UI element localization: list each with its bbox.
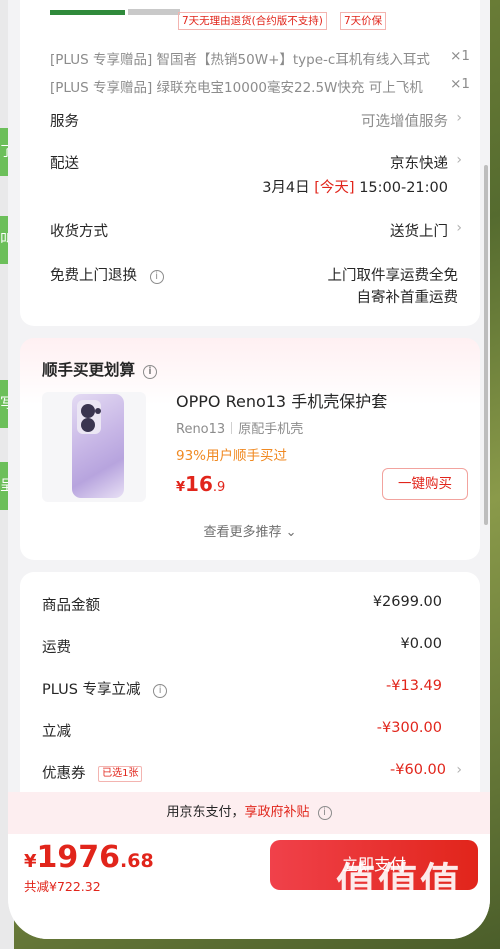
service-value: 可选增值服务 — [361, 114, 448, 130]
total-price: ¥1976.68 — [24, 840, 154, 875]
gov-subsidy-banner[interactable]: 用京东支付，享政府补贴 i — [8, 792, 490, 834]
delivery-label: 配送 — [50, 156, 79, 172]
info-icon[interactable]: i — [153, 684, 168, 698]
return-policy-tag: 7天无理由退货(合约版不支持) — [178, 12, 327, 30]
store-logo-sub — [128, 9, 180, 15]
phone-screen: 7天无理由退货(合约版不支持) 7天价保 [PLUS 专享赠品] 智国者【热销5… — [8, 0, 490, 939]
delivery-time: 3月4日 [今天] 15:00-21:00 — [262, 176, 448, 197]
summary-row-shipping: 运费 ¥0.00 — [42, 636, 442, 657]
flash-icon — [95, 408, 101, 414]
summary-row-discount: 立减 -¥300.00 — [42, 720, 442, 741]
recommendation-card: 顺手买更划算 i OPPO Reno13 手机壳保护套 Reno13 原配手机壳 9… — [20, 338, 480, 560]
summary-row-goods: 商品金额 ¥2699.00 — [42, 594, 442, 615]
one-click-buy-button[interactable]: 一键购买 — [382, 468, 468, 500]
service-row[interactable]: 服务 可选增值服务 › — [50, 110, 462, 131]
gift-item-text: [PLUS 专享赠品] 绿联充电宝10000毫安22.5W快充 可上飞机 — [50, 80, 423, 96]
gift-item[interactable]: [PLUS 专享赠品] 绿联充电宝10000毫安22.5W快充 可上飞机 ×1 — [50, 76, 470, 96]
summary-label: 运费 — [42, 640, 71, 656]
summary-value: -¥60.00 — [390, 762, 446, 778]
product-thumbnail[interactable] — [42, 392, 146, 502]
summary-value: ¥2699.00 — [372, 594, 442, 610]
price-summary-card: 商品金额 ¥2699.00 运费 ¥0.00 PLUS 专享立减 i -¥13.… — [20, 572, 480, 812]
delivery-window: 15:00-21:00 — [359, 180, 448, 196]
purchase-percent: 93%用户顺手买过 — [176, 448, 288, 464]
chevron-right-icon: › — [456, 110, 462, 126]
gift-item-text: [PLUS 专享赠品] 智国者【热销50W+】type-c耳机有线入耳式 — [50, 52, 430, 68]
product-spec: Reno13 原配手机壳 — [176, 422, 304, 437]
summary-value: -¥300.00 — [376, 720, 442, 736]
gift-item-qty: ×1 — [450, 76, 470, 92]
phone-case-image — [72, 394, 124, 498]
delivery-today: [今天] — [314, 180, 355, 196]
gift-item-qty: ×1 — [450, 48, 470, 64]
chevron-right-icon: › — [456, 220, 462, 236]
view-more-link[interactable]: 查看更多推荐 ⌄ — [20, 521, 480, 540]
recommendation-title: 顺手买更划算 i — [42, 358, 158, 380]
summary-row-coupon[interactable]: 优惠券 已选1张 -¥60.00 › — [42, 762, 462, 783]
order-details-card: 7天无理由退货(合约版不支持) 7天价保 [PLUS 专享赠品] 智国者【热销5… — [20, 0, 480, 326]
chevron-right-icon: › — [456, 762, 462, 778]
total-saved: 共减¥722.32 — [24, 879, 101, 894]
camera-module — [77, 400, 101, 434]
product-name[interactable]: OPPO Reno13 手机壳保护套 — [176, 388, 387, 412]
summary-label: 立减 — [42, 724, 71, 740]
info-icon[interactable]: i — [317, 806, 332, 820]
free-return-label: 免费上门退换 — [50, 268, 137, 284]
free-return-line2: 自寄补首重运费 — [356, 290, 459, 306]
chevron-right-icon: › — [456, 152, 462, 168]
delivery-carrier: 京东快递 — [390, 156, 448, 172]
receive-method-row[interactable]: 收货方式 送货上门 › — [50, 220, 462, 241]
summary-row-plus-discount: PLUS 专享立减 i -¥13.49 — [42, 678, 442, 699]
watermark-url: zhizhizhi.com — [336, 910, 438, 928]
coupon-selected-tag: 已选1张 — [98, 766, 143, 782]
receive-value: 送货上门 — [390, 224, 448, 240]
summary-label: 优惠券 — [42, 766, 86, 782]
price-protect-tag: 7天价保 — [340, 12, 387, 30]
delivery-date: 3月4日 — [262, 180, 310, 196]
lens-icon — [81, 418, 95, 432]
info-icon[interactable]: i — [149, 270, 164, 284]
chevron-down-icon: ⌄ — [285, 525, 297, 540]
summary-value: -¥13.49 — [386, 678, 442, 694]
delivery-row[interactable]: 配送 京东快递 › — [50, 152, 462, 173]
summary-value: ¥0.00 — [400, 636, 442, 652]
free-return-row: 免费上门退换 i 上门取件享运费全免 — [50, 264, 462, 285]
info-icon[interactable]: i — [143, 365, 158, 379]
gift-item[interactable]: [PLUS 专享赠品] 智国者【热销50W+】type-c耳机有线入耳式 ×1 — [50, 48, 470, 68]
service-label: 服务 — [50, 114, 79, 130]
watermark-logo: 值值值 — [336, 860, 462, 906]
free-return-line1: 上门取件享运费全免 — [327, 268, 459, 284]
product-price: ¥16.9 — [176, 472, 226, 496]
scrollbar[interactable] — [484, 165, 488, 525]
summary-label: 商品金额 — [42, 598, 100, 614]
store-logo — [50, 10, 125, 15]
lens-icon — [81, 404, 95, 418]
receive-label: 收货方式 — [50, 224, 108, 240]
summary-label: PLUS 专享立减 — [42, 682, 141, 698]
